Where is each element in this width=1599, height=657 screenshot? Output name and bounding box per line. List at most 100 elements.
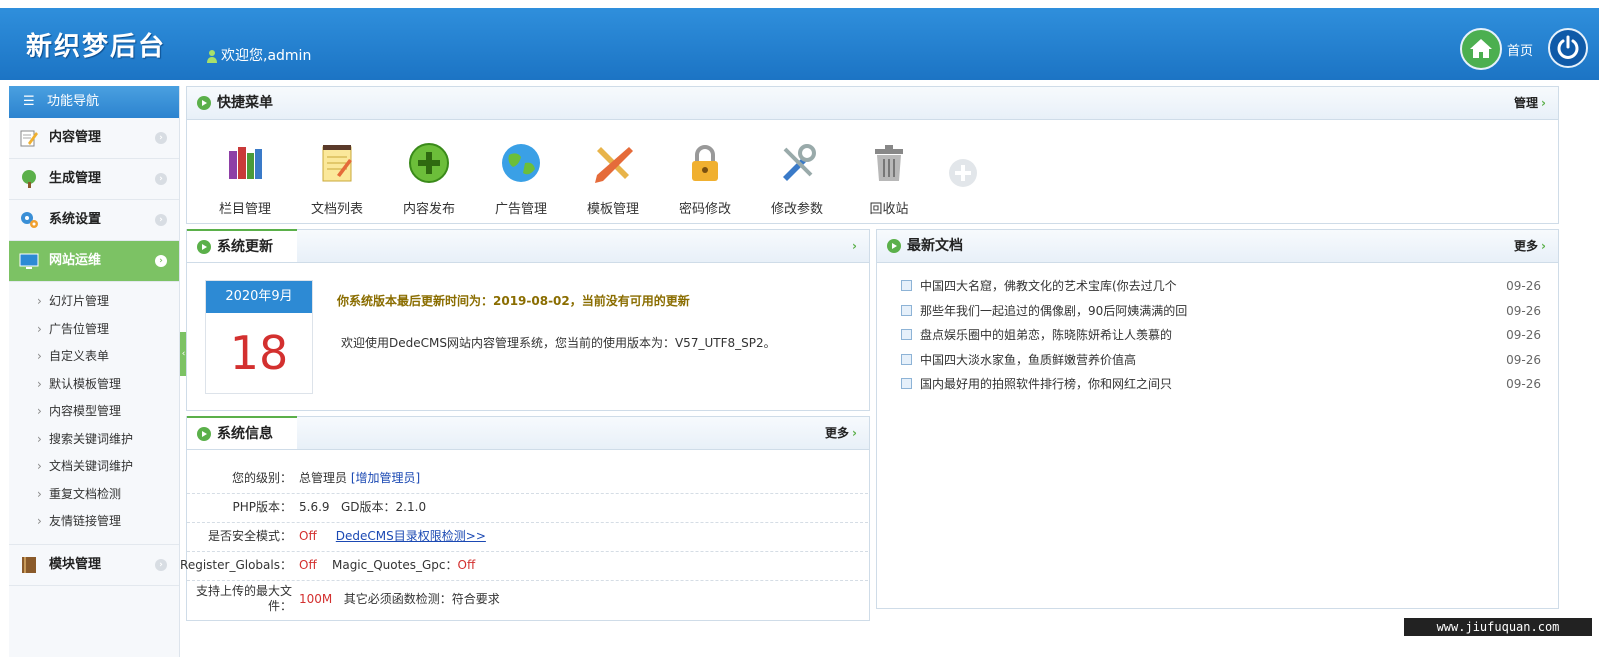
quick-item-label: 文档列表 <box>310 202 363 217</box>
version-description: 欢迎使用DedeCMS网站内容管理系统，您当前的使用版本为：V57_UTF8_S… <box>341 336 776 350</box>
system-info-header: 系统信息 更多 › <box>187 416 869 450</box>
logout-button[interactable] <box>1548 28 1588 68</box>
quick-item-ads[interactable]: 广告管理 <box>481 141 561 217</box>
sidebar-title: 功能导航 <box>47 94 100 109</box>
sub-item-friend-links[interactable]: 友情链接管理 <box>9 508 179 536</box>
add-shortcut-button[interactable] <box>949 159 977 187</box>
info-row-level: 您的级别： 总管理员 [增加管理员] <box>187 464 868 494</box>
quick-item-doc-list[interactable]: 文档列表 <box>297 141 377 217</box>
calendar-month: 2020年9月 <box>206 281 312 313</box>
info-row-php: PHP版本： 5.6.9 GD版本：2.1.0 <box>187 493 868 523</box>
books-icon <box>229 147 262 179</box>
info-value: Off Magic_Quotes_Gpc：Off <box>299 551 475 580</box>
sidebar-header: ☰ 功能导航 <box>9 86 179 118</box>
info-row-register-globals: Register_Globals： Off Magic_Quotes_Gpc：O… <box>180 551 868 581</box>
doc-date: 09-26 <box>1506 352 1541 367</box>
chevron-right-icon: › <box>155 214 167 226</box>
doc-list-item[interactable]: 盘点娱乐圈中的姐弟恋，陈晓陈妍希让人羡慕的 09-26 <box>901 323 1541 348</box>
permission-check-link[interactable]: DedeCMS目录权限检测>> <box>336 529 486 543</box>
gd-version: GD版本：2.1.0 <box>341 500 427 514</box>
home-icon <box>1470 39 1492 58</box>
sidebar-menu-settings[interactable]: 系统设置 › <box>9 200 179 241</box>
menu-label: 生成管理 <box>49 171 102 186</box>
list-icon: ☰ <box>23 94 35 109</box>
sidebar-menu-generate[interactable]: 生成管理 › <box>9 159 179 200</box>
doc-list-item[interactable]: 中国四大名窟，佛教文化的艺术宝库(你去过几个 09-26 <box>901 274 1541 299</box>
quick-menu-title: 快捷菜单 <box>197 87 273 119</box>
sidebar-menu-maintenance[interactable]: 网站运维 › <box>9 241 179 282</box>
top-header: 新织梦后台 欢迎您,admin 首页 <box>0 8 1599 80</box>
quick-item-label: 模板管理 <box>586 202 639 217</box>
admin-level: 总管理员 <box>299 471 348 485</box>
doc-list-item[interactable]: 那些年我们一起追过的偶像剧，90后阿姨满满的回 09-26 <box>901 299 1541 324</box>
plus-square-icon <box>901 353 912 365</box>
doc-list-item[interactable]: 国内最好用的拍照软件排行榜，你和网红之间只 09-26 <box>901 372 1541 397</box>
function-check-text: 其它必须函数检测：符合要求 <box>343 592 500 606</box>
sub-item-duplicate-check[interactable]: 重复文档检测 <box>9 481 179 509</box>
system-update-more[interactable]: › <box>849 230 857 262</box>
doc-title: 中国四大名窟，佛教文化的艺术宝库(你去过几个 <box>920 279 1177 293</box>
maintenance-submenu: 幻灯片管理 广告位管理 自定义表单 默认模板管理 内容模型管理 搜索关键词维护 … <box>9 282 179 544</box>
system-info-panel: 系统信息 更多 › 您的级别： 总管理员 [增加管理员] PHP版本： 5.6.9… <box>180 416 870 621</box>
plus-square-icon <box>901 378 912 389</box>
doc-date: 09-26 <box>1506 328 1541 342</box>
watermark: www.jiufuquan.com <box>1404 618 1592 636</box>
latest-docs-header: 最新文档 更多 › <box>877 230 1558 263</box>
calendar-widget: 2020年9月 18 <box>205 280 313 394</box>
latest-docs-more-link[interactable]: 更多 › <box>1514 230 1546 262</box>
info-value: 5.6.9 GD版本：2.1.0 <box>299 493 426 522</box>
system-info-title: 系统信息 <box>187 416 297 449</box>
quick-item-label: 回收站 <box>869 202 909 217</box>
doc-title: 国内最好用的拍照软件排行榜，你和网红之间只 <box>920 377 1173 391</box>
quick-item-params[interactable]: 修改参数 <box>757 141 837 217</box>
tools-icon <box>783 144 816 181</box>
sub-item-slideshow[interactable]: 幻灯片管理 <box>9 288 179 316</box>
info-row-safe-mode: 是否安全模式： Off DedeCMS目录权限检测>> <box>187 522 868 552</box>
update-status-message: 你系统版本最后更新时间为：2019-08-02，当前没有可用的更新 <box>337 294 690 308</box>
sidebar-menu-modules[interactable]: 模块管理 › <box>9 543 179 586</box>
quick-item-templates[interactable]: 模板管理 <box>573 141 653 217</box>
doc-date: 09-26 <box>1506 303 1541 318</box>
sub-item-content-model[interactable]: 内容模型管理 <box>9 398 179 426</box>
sub-item-custom-form[interactable]: 自定义表单 <box>9 343 179 371</box>
info-value: 100M 其它必须函数检测：符合要求 <box>299 592 500 607</box>
menu-label: 系统设置 <box>49 212 102 227</box>
chevron-right-icon: › <box>155 173 167 185</box>
quick-item-label: 内容发布 <box>402 202 455 217</box>
sub-item-doc-keywords[interactable]: 文档关键词维护 <box>9 453 179 481</box>
quick-menu-manage-link[interactable]: 管理 › <box>1514 87 1546 119</box>
sidebar-menu-content[interactable]: 内容管理 › <box>9 118 179 159</box>
sub-item-default-template[interactable]: 默认模板管理 <box>9 371 179 399</box>
plus-square-icon <box>901 280 912 291</box>
latest-docs-title: 最新文档 <box>887 230 963 262</box>
quick-item-publish[interactable]: 内容发布 <box>389 141 469 217</box>
plus-icon <box>955 165 971 181</box>
quick-item-password[interactable]: 密码修改 <box>665 141 745 217</box>
user-icon <box>207 50 217 63</box>
system-info-more-link[interactable]: 更多 › <box>825 417 857 449</box>
home-button[interactable] <box>1460 28 1502 70</box>
info-row-upload: 支持上传的最大文件： 100M 其它必须函数检测：符合要求 <box>187 580 868 618</box>
info-label: 您的级别： <box>231 471 292 485</box>
notepad-icon <box>322 145 352 182</box>
plus-square-icon <box>901 304 912 316</box>
info-label: 是否安全模式： <box>207 529 292 543</box>
sub-item-search-keywords[interactable]: 搜索关键词维护 <box>9 426 179 454</box>
register-globals-value: Off <box>299 558 317 572</box>
plus-square-icon <box>901 329 912 340</box>
info-label: Register_Globals： <box>180 558 292 572</box>
sub-item-ad-slot[interactable]: 广告位管理 <box>9 316 179 344</box>
add-admin-link[interactable]: [增加管理员] <box>351 471 420 485</box>
sidebar: ☰ 功能导航 内容管理 › 生成管理 › 系统设置 › 网站运维 › 幻灯片管理 … <box>9 86 180 657</box>
welcome-text: 欢迎您,admin <box>206 45 311 65</box>
magic-quotes-value: Off <box>457 558 476 572</box>
doc-list-item[interactable]: 中国四大淡水家鱼，鱼质鲜嫩营养价值高 09-26 <box>901 348 1541 373</box>
info-value: 总管理员 [增加管理员] <box>299 464 420 493</box>
home-link[interactable]: 首页 <box>1507 40 1533 59</box>
app-logo: 新织梦后台 <box>26 32 167 62</box>
quick-item-columns[interactable]: 栏目管理 <box>205 141 285 217</box>
quick-item-recycle[interactable]: 回收站 <box>849 141 929 217</box>
quick-item-label: 广告管理 <box>494 202 547 217</box>
plus-circle-icon <box>409 143 449 183</box>
doc-title: 盘点娱乐圈中的姐弟恋，陈晓陈妍希让人羡慕的 <box>920 328 1173 342</box>
